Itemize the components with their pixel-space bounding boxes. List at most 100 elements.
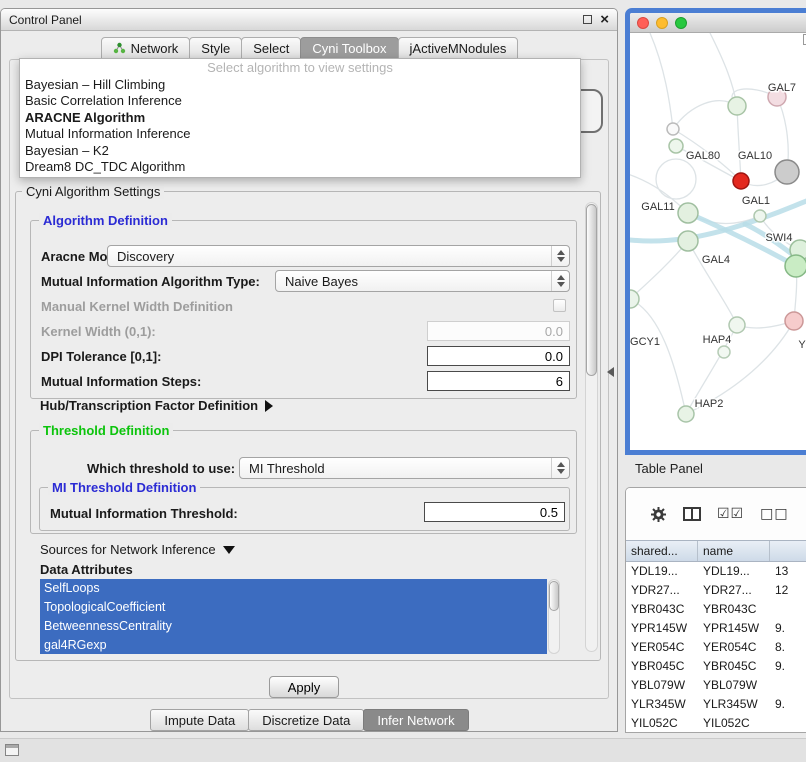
algorithm-dropdown-popup: Select algorithm to view settings Bayesi… — [19, 58, 581, 178]
float-window-icon[interactable] — [583, 15, 592, 24]
network-node[interactable] — [669, 139, 683, 153]
attribute-item[interactable]: BetweennessCentrality — [40, 617, 547, 636]
tab-label: Network — [131, 41, 179, 56]
column-header[interactable] — [770, 541, 806, 561]
which-threshold-select[interactable]: MI Threshold — [239, 457, 570, 479]
algorithm-option[interactable]: ARACNE Algorithm — [20, 110, 580, 127]
column-header[interactable]: shared... — [626, 541, 698, 561]
close-traffic-light-icon[interactable] — [637, 17, 649, 29]
column-header[interactable]: name — [698, 541, 770, 561]
control-panel-titlebar[interactable]: Control Panel × — [1, 9, 617, 31]
mi-threshold-title: MI Threshold Definition — [48, 480, 200, 495]
columns-icon[interactable] — [683, 507, 701, 521]
network-node[interactable] — [729, 317, 745, 333]
attribute-item[interactable]: SelfLoops — [40, 579, 547, 598]
mi-type-value: Naive Bayes — [285, 274, 358, 289]
threshold-definition-title: Threshold Definition — [39, 423, 173, 438]
network-graph[interactable]: GAL7GAL80GAL10GAL11GAL1SWI4GAL4GCY1HAP4H… — [630, 33, 806, 450]
attribute-item[interactable]: gal4RGexp — [40, 636, 547, 654]
tab-style[interactable]: Style — [189, 37, 242, 59]
table-toolbar: ☑☑ □□ — [626, 488, 806, 540]
table-row[interactable]: YDR27...YDR27...12 — [626, 581, 806, 600]
attribute-item[interactable]: TopologicalCoefficient — [40, 598, 547, 617]
apply-button[interactable]: Apply — [269, 676, 339, 698]
table-row[interactable]: YPR145WYPR145W9. — [626, 619, 806, 638]
kernel-width-input[interactable] — [427, 321, 570, 341]
network-node[interactable] — [718, 346, 730, 358]
dpi-tolerance-input[interactable] — [427, 346, 570, 366]
network-node[interactable] — [678, 231, 698, 251]
algorithm-option[interactable]: Bayesian – K2 — [20, 143, 580, 160]
table-cell: YBR045C — [626, 657, 698, 676]
close-icon[interactable]: × — [600, 14, 609, 26]
table-cell: YPR145W — [698, 619, 770, 638]
table-cell: 9. — [770, 619, 806, 638]
tab-infer-network[interactable]: Infer Network — [363, 709, 468, 731]
mi-threshold-input[interactable] — [424, 502, 565, 522]
desktop: Control Panel × Network Style Select Cyn… — [0, 0, 806, 762]
algorithm-option[interactable]: Basic Correlation Inference — [20, 93, 580, 110]
table-row[interactable]: YER054CYER054C8. — [626, 638, 806, 657]
node-label: GCY1 — [630, 336, 660, 348]
mi-type-label: Mutual Information Algorithm Type: — [41, 274, 260, 289]
aracne-mode-select[interactable]: Discovery — [107, 245, 570, 267]
kernel-width-label: Kernel Width (0,1): — [41, 324, 156, 339]
network-node[interactable] — [754, 210, 766, 222]
table-cell: YDR27... — [626, 581, 698, 600]
mi-type-select[interactable]: Naive Bayes — [275, 270, 570, 292]
scrollbar-thumb[interactable] — [549, 581, 559, 611]
table-row[interactable]: YBL079WYBL079W — [626, 676, 806, 695]
network-node[interactable] — [678, 406, 694, 422]
tab-network[interactable]: Network — [101, 37, 191, 59]
algorithm-option[interactable]: Bayesian – Hill Climbing — [20, 77, 580, 94]
node-label: GAL4 — [702, 254, 730, 266]
network-node[interactable] — [733, 173, 749, 189]
panel-splitter-handle[interactable] — [607, 367, 614, 377]
table-cell: YDR27... — [698, 581, 770, 600]
attributes-scrollbar[interactable] — [548, 579, 560, 654]
sources-section-toggle[interactable]: Sources for Network Inference — [40, 542, 235, 557]
settings-scrollbar[interactable] — [585, 202, 598, 652]
network-node[interactable] — [678, 203, 698, 223]
network-node[interactable] — [667, 123, 679, 135]
mi-steps-input[interactable] — [427, 371, 570, 391]
data-attributes-list: SelfLoopsTopologicalCoefficientBetweenne… — [40, 579, 547, 654]
network-node[interactable] — [785, 312, 803, 330]
minimize-traffic-light-icon[interactable] — [656, 17, 668, 29]
tab-jactivemnodules[interactable]: jActiveMNodules — [398, 37, 519, 59]
algorithm-option[interactable]: Dream8 DC_TDC Algorithm — [20, 159, 580, 176]
network-node[interactable] — [728, 97, 746, 115]
network-node[interactable] — [785, 255, 806, 277]
table-row[interactable]: YLR345WYLR345W9. — [626, 695, 806, 714]
table-cell: YPR145W — [626, 619, 698, 638]
cyni-settings-title: Cyni Algorithm Settings — [22, 184, 164, 199]
tab-discretize-data[interactable]: Discretize Data — [248, 709, 364, 731]
table-row[interactable]: YIL052CYIL052C — [626, 714, 806, 733]
tab-select[interactable]: Select — [241, 37, 301, 59]
manual-kernel-checkbox[interactable] — [553, 299, 566, 312]
which-threshold-value: MI Threshold — [249, 461, 325, 476]
table-cell: YER054C — [626, 638, 698, 657]
scrollbar-thumb[interactable] — [586, 204, 597, 376]
network-node[interactable] — [775, 160, 799, 184]
table-row[interactable]: YBR043CYBR043C — [626, 600, 806, 619]
table-row[interactable]: YBR045CYBR045C9. — [626, 657, 806, 676]
node-label: Y — [798, 339, 806, 351]
tab-label: jActiveMNodules — [410, 41, 507, 56]
table-cell: 9. — [770, 695, 806, 714]
node-label: GAL1 — [742, 195, 770, 207]
network-canvas[interactable]: GAL7GAL80GAL10GAL11GAL1SWI4GAL4GCY1HAP4H… — [630, 33, 806, 450]
table-row[interactable]: YDL19...YDL19...13 — [626, 562, 806, 581]
zoom-traffic-light-icon[interactable] — [675, 17, 687, 29]
hub-section-toggle[interactable]: Hub/Transcription Factor Definition — [40, 398, 273, 413]
algorithm-option[interactable]: Mutual Information Inference — [20, 126, 580, 143]
tab-impute-data[interactable]: Impute Data — [150, 709, 249, 731]
deselect-all-checks-icon[interactable]: □□ — [760, 506, 788, 522]
select-all-checks-icon[interactable]: ☑☑ — [717, 506, 744, 522]
tab-cyni-toolbox[interactable]: Cyni Toolbox — [300, 37, 398, 59]
table-cell: YER054C — [698, 638, 770, 657]
gear-icon[interactable] — [650, 506, 667, 523]
network-window-titlebar[interactable] — [630, 13, 806, 33]
collapsed-panel-icon[interactable] — [5, 744, 19, 756]
collapsed-arrow-icon — [265, 400, 273, 412]
